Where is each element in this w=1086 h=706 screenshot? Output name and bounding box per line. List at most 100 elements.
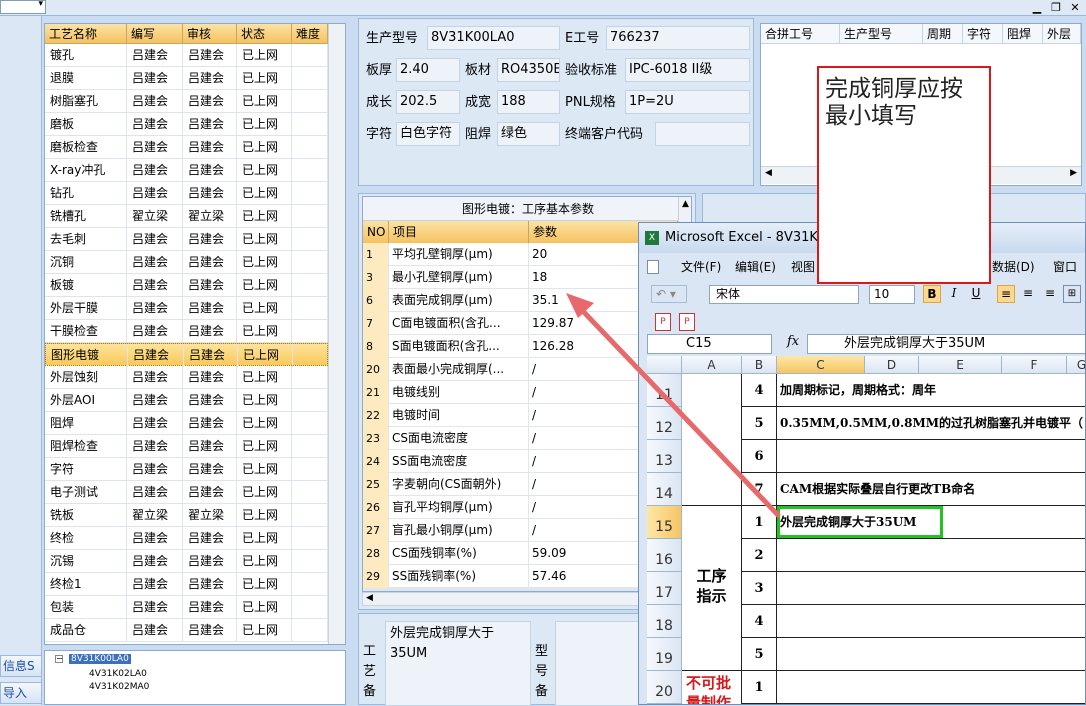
underline-icon[interactable]: U xyxy=(967,285,985,303)
process-row[interactable]: 干膜检查 吕建会 吕建会 已上网 xyxy=(45,320,328,343)
bold-icon[interactable]: B xyxy=(923,285,941,303)
merged-header[interactable]: 生产型号 xyxy=(840,24,923,44)
cell-c[interactable]: 0.35MM,0.5MM,0.8MM的过孔树脂塞孔并电镀平（ xyxy=(777,407,1085,440)
row-header[interactable]: 15 xyxy=(647,506,682,539)
customer-field[interactable] xyxy=(655,122,750,146)
align-left-icon[interactable]: ≡ xyxy=(997,285,1015,303)
cell-a-section[interactable]: 工序指示 xyxy=(682,506,742,671)
standard-field[interactable]: IPC-6018 II级 xyxy=(625,58,750,82)
top-combo[interactable]: ▾ xyxy=(0,0,46,14)
cell-a[interactable] xyxy=(682,374,742,506)
pdf-icon[interactable]: P xyxy=(655,313,671,331)
length-field[interactable]: 202.5 xyxy=(396,90,460,114)
name-box[interactable]: C15 xyxy=(647,334,772,354)
params-row[interactable]: 1 平均孔壁铜厚(μm) 20 xyxy=(363,243,683,266)
thick-field[interactable]: 2.40 xyxy=(396,58,460,82)
cell-b[interactable]: 4 xyxy=(742,605,777,638)
cell-c[interactable] xyxy=(777,638,1085,671)
eno-field[interactable]: 766237 xyxy=(606,26,750,50)
process-row[interactable]: 电子测试 吕建会 吕建会 已上网 xyxy=(45,481,328,504)
row-header[interactable]: 18 xyxy=(647,605,682,638)
params-row[interactable]: 27 盲孔最小铜厚(μm) / xyxy=(363,519,683,542)
menu-edit[interactable]: 编辑(E) xyxy=(735,255,776,279)
process-list-header-cell[interactable]: 状态 xyxy=(237,24,292,44)
merged-header[interactable]: 合拼工号 xyxy=(761,24,840,44)
cell-b[interactable]: 1 xyxy=(742,671,777,704)
char-field[interactable]: 白色字符 xyxy=(396,122,460,146)
row-header[interactable]: 11 xyxy=(647,374,682,407)
process-row[interactable]: 磨板检查 吕建会 吕建会 已上网 xyxy=(45,136,328,159)
align-right-icon[interactable]: ≡ xyxy=(1041,285,1059,303)
formula-bar[interactable]: 外层完成铜厚大于35UM xyxy=(807,334,1085,354)
column-header[interactable]: E xyxy=(919,356,1002,374)
row-header[interactable]: 19 xyxy=(647,638,682,671)
material-field[interactable]: RO4350E xyxy=(497,58,560,82)
cell-b[interactable]: 2 xyxy=(742,539,777,572)
tree-child[interactable]: 4V31K02LA0 xyxy=(89,669,147,679)
menu-data[interactable]: 数据(D) xyxy=(992,255,1035,279)
process-row[interactable]: 去毛刺 吕建会 吕建会 已上网 xyxy=(45,228,328,251)
params-row[interactable]: 20 表面最小完成铜厚(... / xyxy=(363,358,683,381)
model-field[interactable]: 8V31K00LA0 xyxy=(427,26,560,50)
params-row[interactable]: 8 S面电镀面积(含孔... 126.28 xyxy=(363,335,683,358)
align-center-icon[interactable]: ≡ xyxy=(1019,285,1037,303)
row-header[interactable]: 12 xyxy=(647,407,682,440)
tree-child[interactable]: 4V31K02MA0 xyxy=(89,682,149,692)
params-header-item[interactable]: 项目 xyxy=(389,221,529,243)
italic-icon[interactable]: I xyxy=(945,285,963,303)
merged-header[interactable]: 字符 xyxy=(963,24,1003,44)
process-row[interactable]: 树脂塞孔 吕建会 吕建会 已上网 xyxy=(45,90,328,113)
row-header[interactable]: 16 xyxy=(647,539,682,572)
params-row[interactable]: 3 最小孔壁铜厚(μm) 18 xyxy=(363,266,683,289)
font-select[interactable]: 宋体 xyxy=(709,285,859,304)
cell-c[interactable]: 加周期标记，周期格式：周年 xyxy=(777,374,1085,407)
pdf-mail-icon[interactable]: P xyxy=(679,313,695,331)
process-row[interactable]: 退膜 吕建会 吕建会 已上网 xyxy=(45,67,328,90)
params-row[interactable]: 29 SS面残铜率(%) 57.46 xyxy=(363,565,683,588)
process-row[interactable]: 板镀 吕建会 吕建会 已上网 xyxy=(45,274,328,297)
cell-c[interactable] xyxy=(777,440,1085,473)
process-list-header-cell[interactable]: 难度 xyxy=(292,24,328,44)
params-row[interactable]: 25 字麦朝向(CS面朝外) / xyxy=(363,473,683,496)
process-row[interactable]: 镀孔 吕建会 吕建会 已上网 xyxy=(45,44,328,67)
process-list-header-cell[interactable]: 审核 xyxy=(183,24,237,44)
cell-b[interactable]: 5 xyxy=(742,638,777,671)
params-row[interactable]: 7 C面电镀面积(含孔... 129.87 xyxy=(363,312,683,335)
row-header[interactable]: 14 xyxy=(647,473,682,506)
params-row[interactable]: 26 盲孔平均铜厚(μm) / xyxy=(363,496,683,519)
merged-header[interactable]: 周期 xyxy=(923,24,963,44)
process-row[interactable]: 终检1 吕建会 吕建会 已上网 xyxy=(45,573,328,596)
size-select[interactable]: 10 xyxy=(869,285,915,304)
row-header[interactable]: 13 xyxy=(647,440,682,473)
collapse-icon[interactable]: − xyxy=(55,655,63,663)
cell-b[interactable]: 3 xyxy=(742,572,777,605)
width-field[interactable]: 188 xyxy=(497,90,560,114)
scroll-up-icon[interactable]: ▲ xyxy=(682,199,689,209)
params-row[interactable]: 21 电镀线别 / xyxy=(363,381,683,404)
merged-header[interactable]: 外层 xyxy=(1043,24,1081,44)
undo-icon[interactable]: ↶ ▾ xyxy=(651,285,687,303)
process-row[interactable]: 外层干膜 吕建会 吕建会 已上网 xyxy=(45,297,328,320)
params-row[interactable]: 22 电镀时间 / xyxy=(363,404,683,427)
scroll-left-icon[interactable]: ◀ xyxy=(765,168,772,178)
column-header[interactable]: A xyxy=(682,356,742,374)
column-header[interactable]: G xyxy=(1067,356,1085,374)
process-row[interactable]: 磨板 吕建会 吕建会 已上网 xyxy=(45,113,328,136)
process-list-header-cell[interactable]: 工艺名称 xyxy=(45,24,127,44)
close-icon[interactable]: ✕ xyxy=(1066,0,1084,15)
process-row[interactable]: 沉锡 吕建会 吕建会 已上网 xyxy=(45,550,328,573)
merge-icon[interactable]: ⊞ xyxy=(1063,285,1081,303)
process-row[interactable]: 成品仓 吕建会 吕建会 已上网 xyxy=(45,619,328,642)
scroll-left-icon[interactable]: ◀ xyxy=(366,593,373,603)
cell-b[interactable]: 5 xyxy=(742,407,777,440)
process-list-header-cell[interactable]: 编写 xyxy=(127,24,183,44)
row-header[interactable]: 17 xyxy=(647,572,682,605)
tree-root[interactable]: 8V31K00LA0 xyxy=(69,654,131,664)
import-button[interactable]: 导入 xyxy=(0,682,42,704)
params-row[interactable]: 23 CS面电流密度 / xyxy=(363,427,683,450)
params-row[interactable]: 28 CS面残铜率(%) 59.09 xyxy=(363,542,683,565)
select-all-corner[interactable] xyxy=(647,356,682,374)
pnl-field[interactable]: 1P=2U xyxy=(625,90,750,114)
info-button[interactable]: 信息S xyxy=(0,655,42,677)
mask-field[interactable]: 绿色 xyxy=(497,122,560,146)
